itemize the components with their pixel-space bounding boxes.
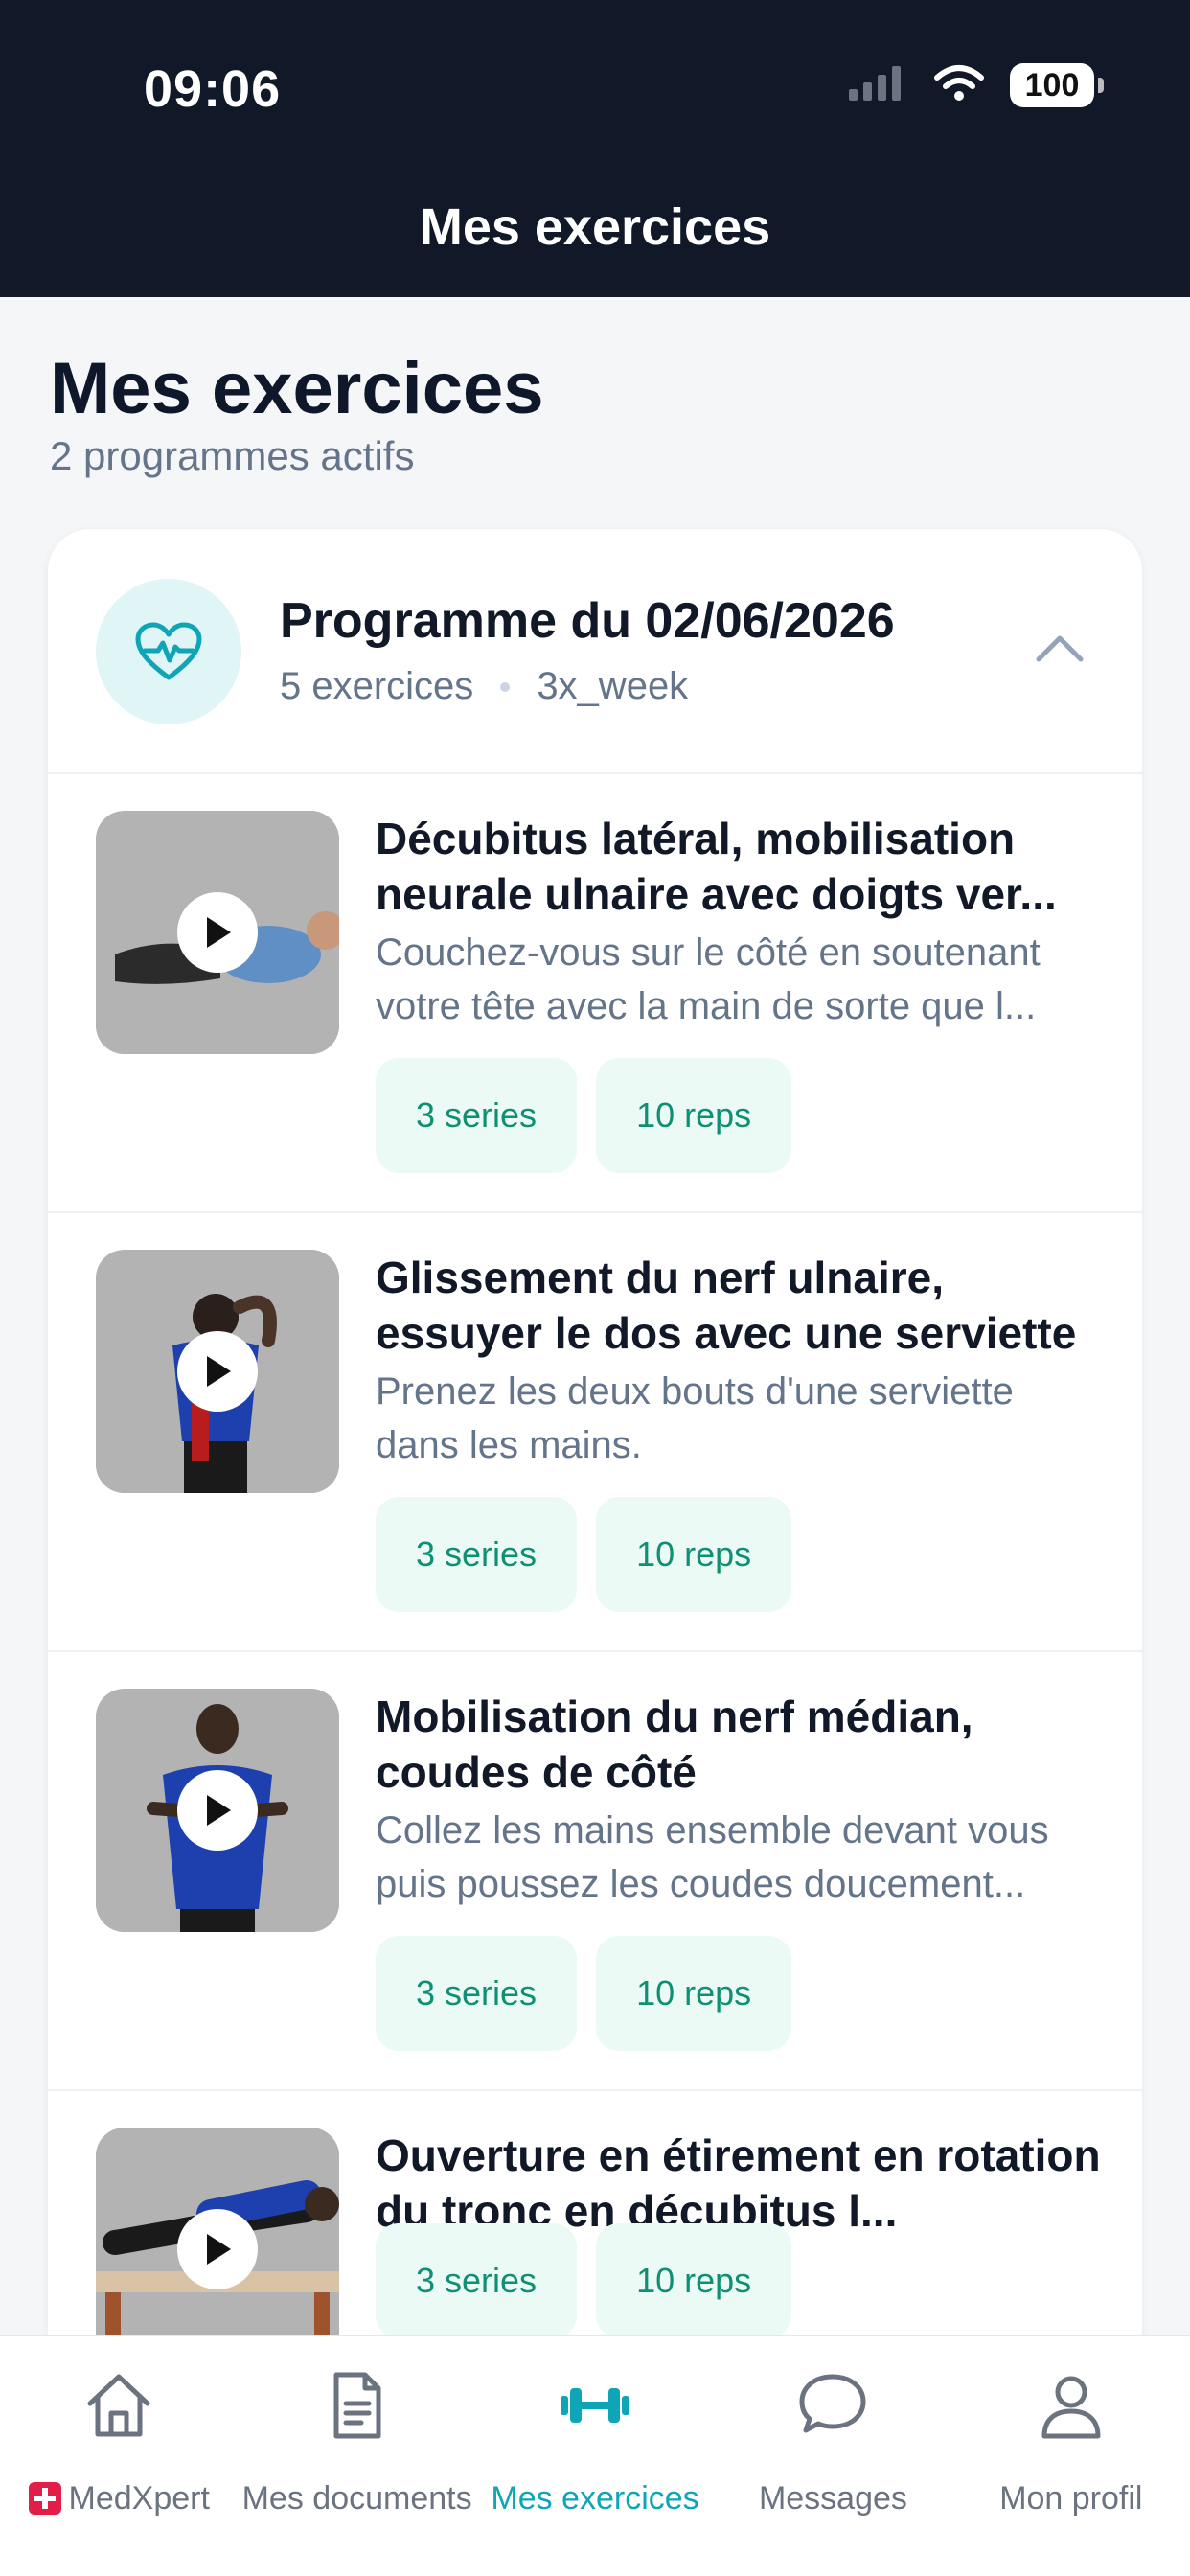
exercise-description: Collez les mains ensemble devant vous pu…	[376, 1809, 1049, 1905]
program-meta: 5 exercices 3x_week	[280, 665, 688, 708]
header-title: Mes exercices	[419, 198, 771, 256]
chat-icon	[794, 2367, 871, 2449]
exercise-title: Ouverture en étirement en rotation du tr…	[376, 2130, 1101, 2236]
document-icon	[319, 2367, 396, 2449]
page-subtitle: 2 programmes actifs	[50, 433, 415, 478]
nav-label: MedXpert	[0, 2480, 238, 2518]
program-frequency: 3x_week	[537, 665, 689, 707]
play-icon[interactable]	[177, 2209, 258, 2289]
program-header[interactable]: Programme du 02/06/2026 5 exercices 3x_w…	[48, 529, 1142, 774]
series-badge: 3 series	[376, 2223, 578, 2338]
status-indicators: 100	[847, 63, 1104, 107]
separator-dot	[500, 681, 511, 692]
series-badge: 3 series	[376, 1936, 578, 2051]
series-badge: 3 series	[376, 1058, 578, 1173]
exercise-count: 5 exercices	[280, 665, 474, 707]
chevron-up-icon[interactable]	[1035, 631, 1085, 668]
medxpert-logo-icon	[28, 2482, 61, 2515]
exercise-description: Prenez les deux bouts d'une serviette da…	[376, 1370, 1014, 1466]
nav-item-documents[interactable]: Mes documents	[238, 2336, 475, 2576]
home-icon	[80, 2367, 157, 2449]
exercise-description: Couchez-vous sur le côté en soutenant vo…	[376, 932, 1041, 1027]
play-icon[interactable]	[177, 1770, 258, 1851]
nav-label-text: MedXpert	[68, 2480, 210, 2517]
reps-badge: 10 reps	[596, 1936, 792, 2051]
page-title: Mes exercices	[50, 348, 544, 429]
reps-badge: 10 reps	[596, 1058, 792, 1173]
exercise-row[interactable]: Mobilisation du nerf médian, coudes de c…	[48, 1652, 1142, 2091]
heart-pulse-icon	[96, 579, 241, 724]
exercise-row[interactable]: Glissement du nerf ulnaire, essuyer le d…	[48, 1213, 1142, 1652]
reps-badge: 10 reps	[596, 2223, 792, 2338]
exercise-title: Glissement du nerf ulnaire, essuyer le d…	[376, 1253, 1077, 1358]
exercise-title: Décubitus latéral, mobilisation neurale …	[376, 814, 1057, 919]
reps-badge: 10 reps	[596, 1497, 792, 1612]
series-badge: 3 series	[376, 1497, 578, 1612]
exercise-chips: 3 series 10 reps	[376, 1936, 792, 2051]
nav-item-exercises[interactable]: Mes exercices	[476, 2336, 714, 2576]
nav-label: Mes documents	[241, 2480, 472, 2517]
nav-item-home[interactable]: MedXpert	[0, 2336, 238, 2576]
exercise-title: Mobilisation du nerf médian, coudes de c…	[376, 1691, 973, 1797]
wifi-icon	[933, 64, 985, 107]
nav-label: Mes exercices	[491, 2480, 699, 2517]
exercise-thumbnail[interactable]	[96, 1689, 339, 1932]
nav-label: Mon profil	[999, 2480, 1143, 2517]
play-icon[interactable]	[177, 892, 258, 973]
nav-item-messages[interactable]: Messages	[714, 2336, 951, 2576]
nav-label: Messages	[758, 2480, 907, 2517]
exercise-chips: 3 series 10 reps	[376, 1058, 792, 1173]
play-icon[interactable]	[177, 1331, 258, 1412]
exercise-thumbnail[interactable]	[96, 1250, 339, 1493]
dumbbell-icon	[557, 2367, 633, 2449]
exercise-chips: 3 series 10 reps	[376, 2223, 792, 2338]
profile-icon	[1033, 2367, 1110, 2449]
bottom-nav: MedXpert Mes documents Mes exercices Mes…	[0, 2334, 1190, 2576]
program-title: Programme du 02/06/2026	[280, 593, 895, 649]
exercise-row[interactable]: Décubitus latéral, mobilisation neurale …	[48, 774, 1142, 1213]
top-bar: 09:06 100 Mes exercices	[0, 0, 1190, 297]
exercise-thumbnail[interactable]	[96, 811, 339, 1054]
status-time: 09:06	[144, 60, 282, 118]
battery-indicator: 100	[1010, 63, 1104, 107]
nav-item-profile[interactable]: Mon profil	[952, 2336, 1190, 2576]
program-card: Programme du 02/06/2026 5 exercices 3x_w…	[48, 529, 1142, 2446]
exercise-chips: 3 series 10 reps	[376, 1497, 792, 1612]
cellular-signal-icon	[847, 64, 908, 107]
